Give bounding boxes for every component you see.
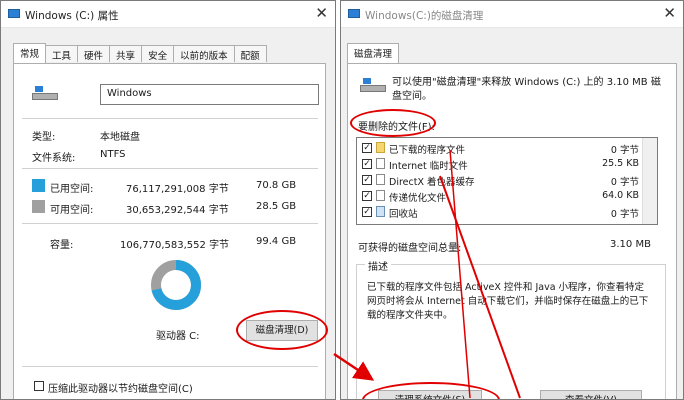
arrow-line [439,175,521,399]
arrow-line [449,149,471,399]
tab-strip: 磁盘清理 [347,43,400,64]
tab-disk-cleanup[interactable]: 磁盘清理 [347,43,400,63]
tab-general[interactable]: 常规 [13,43,47,63]
annotation-arrows [333,149,521,399]
arrow-to-cleanup-window [333,352,375,381]
